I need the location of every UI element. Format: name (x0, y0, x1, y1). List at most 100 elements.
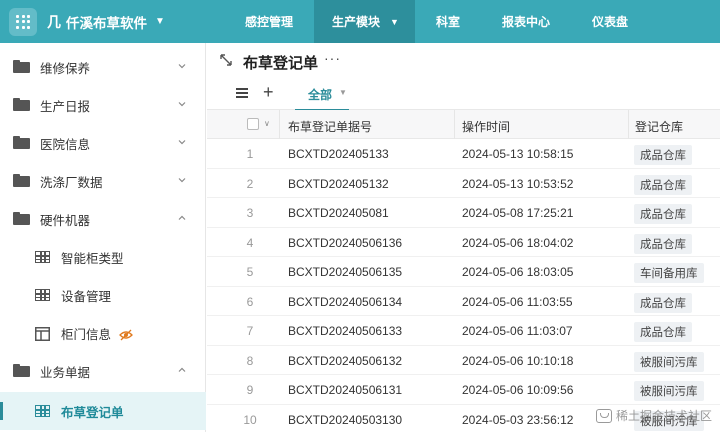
operation-time: 2024-05-03 23:56:12 (462, 412, 574, 427)
operation-time: 2024-05-13 10:53:52 (462, 176, 574, 191)
warehouse-tag: 成品仓库 (634, 233, 692, 254)
app-name: 仟溪布草软件 (66, 15, 147, 31)
operation-time: 2024-05-06 10:10:18 (462, 353, 574, 368)
chevron-down-icon (178, 178, 186, 183)
page-title: 布草登记单 (243, 55, 319, 72)
table-row[interactable]: 2 BCXTD202405132 2024-05-13 10:53:52 成品仓… (207, 169, 720, 198)
caret-down-icon: ▼ (339, 88, 347, 97)
page-header: 布草登记单 ··· (207, 43, 720, 79)
sidebar-item-cabinet-type[interactable]: 智能柜类型 (0, 238, 206, 276)
expand-icon[interactable] (219, 53, 233, 67)
watermark: 稀土掘金技术社区 (595, 407, 712, 424)
chevron-up-icon (178, 215, 186, 220)
tab-all[interactable]: 全部 ▼ (295, 79, 349, 111)
table-row[interactable]: 7 BCXTD20240506133 2024-05-06 11:03:07 成… (207, 316, 720, 346)
sidebar-item-label: 洗涤厂数据 (40, 175, 103, 190)
folder-icon (13, 98, 30, 111)
sidebar-item-hardware[interactable]: 硬件机器 (0, 200, 206, 238)
record-code: BCXTD20240506135 (288, 265, 403, 279)
sidebar-item-linen-registration[interactable]: 布草登记单 (0, 392, 206, 430)
nav-item-reports[interactable]: 报表中心 (481, 0, 571, 43)
sidebar-item-business-docs[interactable]: 业务单据 (0, 352, 206, 390)
sidebar-item-label: 生产日报 (40, 99, 91, 114)
warehouse-tag: 成品仓库 (634, 174, 692, 195)
table-row[interactable]: 9 BCXTD20240506131 2024-05-06 10:09:56 被… (207, 375, 720, 405)
sidebar-item-laundry-data[interactable]: 洗涤厂数据 (0, 162, 206, 200)
folder-icon (13, 60, 30, 73)
folder-icon (13, 212, 30, 225)
operation-time: 2024-05-06 18:03:05 (462, 265, 574, 279)
menu-icon[interactable] (236, 88, 248, 98)
nav-item-infection-control[interactable]: 感控管理 (224, 0, 314, 43)
chevron-down-icon (178, 102, 186, 107)
row-index: 3 (246, 206, 254, 220)
table-row[interactable]: 3 BCXTD202405081 2024-05-08 17:25:21 成品仓… (207, 198, 720, 228)
column-header-code[interactable]: 布草登记单据号 (288, 118, 372, 135)
warehouse-tag: 成品仓库 (634, 145, 692, 165)
sidebar-item-device-management[interactable]: 设备管理 (0, 276, 206, 314)
view-toolbar: + 全部 ▼ (207, 79, 720, 111)
warehouse-tag: 车间备用库 (634, 263, 704, 283)
sidebar: 维修保养 生产日报 医院信息 洗涤厂数据 硬件机器 智能柜类型 设备管理 柜门信… (0, 43, 206, 432)
nav-label: 感控管理 (245, 15, 294, 29)
app-switcher[interactable]: 几 仟溪布草软件 ▼ (47, 0, 224, 43)
sidebar-item-cabinet-door[interactable]: 柜门信息 (0, 314, 206, 352)
eye-off-icon[interactable] (119, 329, 133, 341)
operation-time: 2024-05-06 11:03:55 (462, 294, 573, 309)
column-header-time[interactable]: 操作时间 (462, 118, 510, 135)
table-row[interactable]: 8 BCXTD20240506132 2024-05-06 10:10:18 被… (207, 346, 720, 375)
table-row[interactable]: 1 BCXTD202405133 2024-05-13 10:58:15 成品仓… (207, 139, 720, 169)
sidebar-item-label: 医院信息 (40, 137, 91, 152)
nav-item-department[interactable]: 科室 (415, 0, 481, 43)
row-index: 10 (243, 412, 257, 427)
chevron-down-icon[interactable]: ∨ (264, 119, 270, 128)
record-code: BCXTD202405081 (288, 206, 389, 220)
folder-icon (13, 364, 30, 377)
nav-item-production[interactable]: 生产模块 ▼ (314, 0, 415, 43)
column-header-warehouse[interactable]: 登记仓库 (635, 118, 683, 135)
row-index: 1 (246, 147, 254, 161)
select-all-checkbox[interactable] (247, 118, 259, 130)
table-row[interactable]: 4 BCXTD20240506136 2024-05-06 18:04:02 成… (207, 228, 720, 257)
nav-item-dashboard[interactable]: 仪表盘 (571, 0, 649, 43)
operation-time: 2024-05-13 10:58:15 (462, 147, 574, 161)
row-index: 8 (246, 353, 254, 368)
sidebar-item-hospital-info[interactable]: 医院信息 (0, 124, 206, 162)
sidebar-item-label: 智能柜类型 (61, 251, 124, 266)
chevron-down-icon: ▼ (390, 16, 399, 27)
more-options-icon[interactable]: ··· (324, 50, 341, 66)
add-icon[interactable]: + (263, 82, 274, 103)
record-code: BCXTD20240503130 (288, 412, 403, 427)
top-nav: 感控管理 生产模块 ▼ 科室 报表中心 仪表盘 (224, 0, 649, 43)
nav-label: 报表中心 (501, 15, 550, 29)
apps-grid-icon[interactable] (9, 7, 37, 36)
record-code: BCXTD20240506132 (288, 353, 403, 368)
sidebar-item-daily-report[interactable]: 生产日报 (0, 86, 206, 124)
nav-label: 仪表盘 (591, 15, 628, 29)
main-content: 布草登记单 ··· + 全部 ▼ ∨ 布草登记单据号 操作时间 登记仓库 1 B… (207, 43, 720, 432)
table-row[interactable]: 6 BCXTD20240506134 2024-05-06 11:03:55 成… (207, 287, 720, 316)
cabinet-door-icon (35, 327, 50, 341)
sidebar-item-label: 维修保养 (40, 61, 91, 76)
watermark-text: 稀土掘金技术社区 (615, 409, 712, 423)
table-row[interactable]: 5 BCXTD20240506135 2024-05-06 18:03:05 车… (207, 257, 720, 287)
record-code: BCXTD202405132 (288, 176, 389, 191)
chevron-down-icon (178, 64, 186, 69)
operation-time: 2024-05-06 18:04:02 (462, 235, 574, 250)
folder-icon (13, 136, 30, 149)
sidebar-item-maintenance[interactable]: 维修保养 (0, 48, 206, 86)
warehouse-tag: 被服间污库 (634, 351, 704, 372)
tab-label: 全部 (308, 88, 333, 102)
chevron-down-icon (178, 140, 186, 145)
app-logo-icon: 几 (47, 14, 61, 31)
nav-label: 生产模块 (332, 15, 381, 29)
record-code: BCXTD20240506133 (288, 324, 403, 338)
record-code: BCXTD20240506136 (288, 235, 403, 250)
operation-time: 2024-05-06 11:03:07 (462, 324, 573, 338)
table-icon (35, 289, 50, 301)
sidebar-item-label: 布草登记单 (61, 405, 124, 420)
warehouse-tag: 被服间污库 (634, 381, 704, 401)
operation-time: 2024-05-06 10:09:56 (462, 383, 574, 397)
warehouse-tag: 成品仓库 (634, 204, 692, 224)
record-code: BCXTD20240506131 (288, 383, 403, 397)
